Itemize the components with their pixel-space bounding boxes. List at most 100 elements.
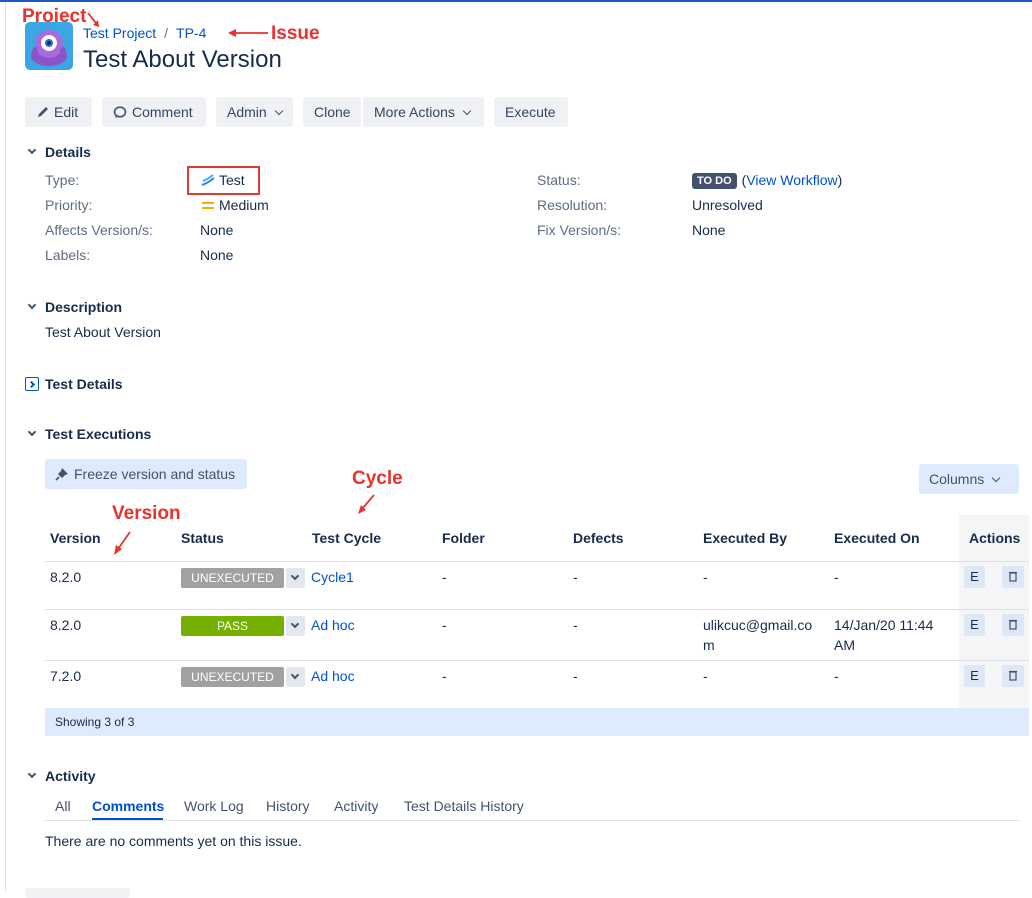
- chevron-down-icon: [25, 145, 39, 159]
- resolution-label: Resolution:: [537, 197, 608, 213]
- row1-status-dropdown[interactable]: [286, 568, 305, 588]
- row2-defects: -: [573, 617, 578, 633]
- column-header-executed-by: Executed By: [703, 530, 788, 546]
- freeze-version-button[interactable]: Freeze version and status: [45, 459, 247, 489]
- status-paren-close: ): [837, 172, 843, 188]
- chevron-down-icon: [290, 571, 300, 581]
- comment-icon: [113, 106, 127, 118]
- labels-value: None: [200, 247, 234, 263]
- test-details-section-toggle[interactable]: Test Details: [25, 376, 123, 392]
- tab-activity[interactable]: Activity: [334, 798, 378, 814]
- row1-defects: -: [573, 569, 578, 585]
- freeze-version-label: Freeze version and status: [74, 466, 236, 482]
- pagination-summary: Showing 3 of 3: [45, 708, 1029, 736]
- status-value: TO DO (View Workflow): [692, 172, 842, 189]
- row2-status-badge[interactable]: PASS: [181, 616, 284, 636]
- project-monster-icon: [31, 30, 67, 66]
- priority-value: Medium: [200, 197, 269, 213]
- affects-version-label: Affects Version/s:: [45, 222, 153, 238]
- admin-dropdown-label: Admin: [227, 104, 267, 120]
- row1-executed-by: -: [703, 569, 708, 585]
- row3-status-dropdown[interactable]: [286, 667, 305, 687]
- chevron-down-icon: [992, 473, 1001, 483]
- execute-button[interactable]: Execute: [494, 97, 568, 127]
- row2-executed-by: ulikcuc@gmail.co m: [703, 617, 813, 653]
- row3-delete-button[interactable]: [1002, 665, 1024, 687]
- column-header-status: Status: [181, 530, 224, 546]
- column-header-actions: Actions: [969, 530, 1021, 546]
- activity-heading: Activity: [45, 768, 96, 784]
- pin-icon: [55, 468, 68, 481]
- breadcrumb-separator: /: [164, 25, 169, 41]
- description-heading: Description: [45, 299, 123, 315]
- more-actions-label: More Actions: [374, 104, 455, 120]
- comment-button-label: Comment: [132, 104, 193, 120]
- tab-test-details-history[interactable]: Test Details History: [404, 798, 524, 814]
- chevron-down-icon: [462, 106, 472, 116]
- row3-status-badge[interactable]: UNEXECUTED: [181, 667, 284, 687]
- chevron-down-icon: [25, 300, 39, 314]
- row2-folder: -: [442, 617, 447, 633]
- clone-button[interactable]: Clone: [303, 97, 361, 127]
- row3-cycle-link[interactable]: Ad hoc: [311, 666, 355, 686]
- row3-version: 7.2.0: [50, 668, 82, 684]
- annotation-issue: Issue: [271, 23, 320, 44]
- row1-executed-on: -: [834, 569, 839, 585]
- column-header-defects: Defects: [573, 530, 624, 546]
- row2-execute-button[interactable]: E: [964, 614, 985, 636]
- details-heading: Details: [45, 144, 91, 160]
- column-header-test-cycle: Test Cycle: [312, 530, 381, 546]
- type-value-text: Test: [219, 172, 245, 188]
- annotation-cycle: Cycle: [352, 468, 403, 489]
- row2-delete-button[interactable]: [1002, 614, 1024, 636]
- row2-status-dropdown[interactable]: [286, 616, 305, 636]
- row1-execute-button[interactable]: E: [964, 566, 985, 588]
- chevron-down-icon: [290, 619, 300, 629]
- description-section-toggle[interactable]: Description: [25, 299, 122, 315]
- chevron-right-icon: [25, 377, 39, 391]
- row1-folder: -: [442, 569, 447, 585]
- test-type-icon: [201, 174, 215, 186]
- details-section-toggle[interactable]: Details: [25, 144, 91, 160]
- comment-button[interactable]: Comment: [102, 97, 206, 127]
- tab-work-log[interactable]: Work Log: [184, 798, 244, 814]
- status-label: Status:: [537, 172, 581, 188]
- type-label: Type:: [45, 172, 80, 188]
- row3-execute-button[interactable]: E: [964, 665, 985, 687]
- clone-button-label: Clone: [314, 104, 351, 120]
- tab-all[interactable]: All: [55, 798, 71, 814]
- row3-executed-by: -: [703, 668, 708, 684]
- test-executions-section-toggle[interactable]: Test Executions: [25, 426, 151, 442]
- test-executions-heading: Test Executions: [45, 426, 152, 442]
- row2-cycle-link[interactable]: Ad hoc: [311, 615, 355, 635]
- row1-status-badge[interactable]: UNEXECUTED: [181, 568, 284, 588]
- annotation-cycle-arrow: [358, 494, 375, 514]
- project-avatar[interactable]: [25, 22, 73, 70]
- edit-button[interactable]: Edit: [25, 97, 92, 127]
- breadcrumb-issue-link[interactable]: TP-4: [176, 25, 206, 41]
- row2-executed-on: 14/Jan/20 11:44 AM: [834, 617, 934, 653]
- tab-comments[interactable]: Comments: [92, 798, 164, 814]
- fix-version-value: None: [692, 222, 726, 238]
- chevron-down-icon: [25, 769, 39, 783]
- tab-history[interactable]: History: [266, 798, 310, 814]
- row3-executed-on: -: [834, 668, 839, 684]
- row3-defects: -: [573, 668, 578, 684]
- columns-dropdown[interactable]: Columns: [919, 464, 1019, 494]
- comment-button-bottom[interactable]: [25, 888, 130, 898]
- row-divider: [45, 609, 1029, 610]
- breadcrumb: Test Project / TP-4: [83, 25, 206, 41]
- resolution-value: Unresolved: [692, 197, 763, 213]
- row1-cycle-link[interactable]: Cycle1: [311, 567, 354, 587]
- activity-section-toggle[interactable]: Activity: [25, 768, 96, 784]
- view-workflow-link[interactable]: View Workflow: [746, 172, 837, 188]
- breadcrumb-project-link[interactable]: Test Project: [83, 25, 156, 41]
- columns-label: Columns: [929, 471, 985, 487]
- more-actions-dropdown[interactable]: More Actions: [363, 97, 484, 127]
- admin-dropdown[interactable]: Admin: [216, 97, 293, 127]
- annotation-issue-arrow: [228, 29, 268, 37]
- edit-button-label: Edit: [54, 104, 79, 120]
- row1-delete-button[interactable]: [1002, 566, 1024, 588]
- column-header-executed-on: Executed On: [834, 530, 920, 546]
- empty-comments-message: There are no comments yet on this issue.: [45, 833, 302, 849]
